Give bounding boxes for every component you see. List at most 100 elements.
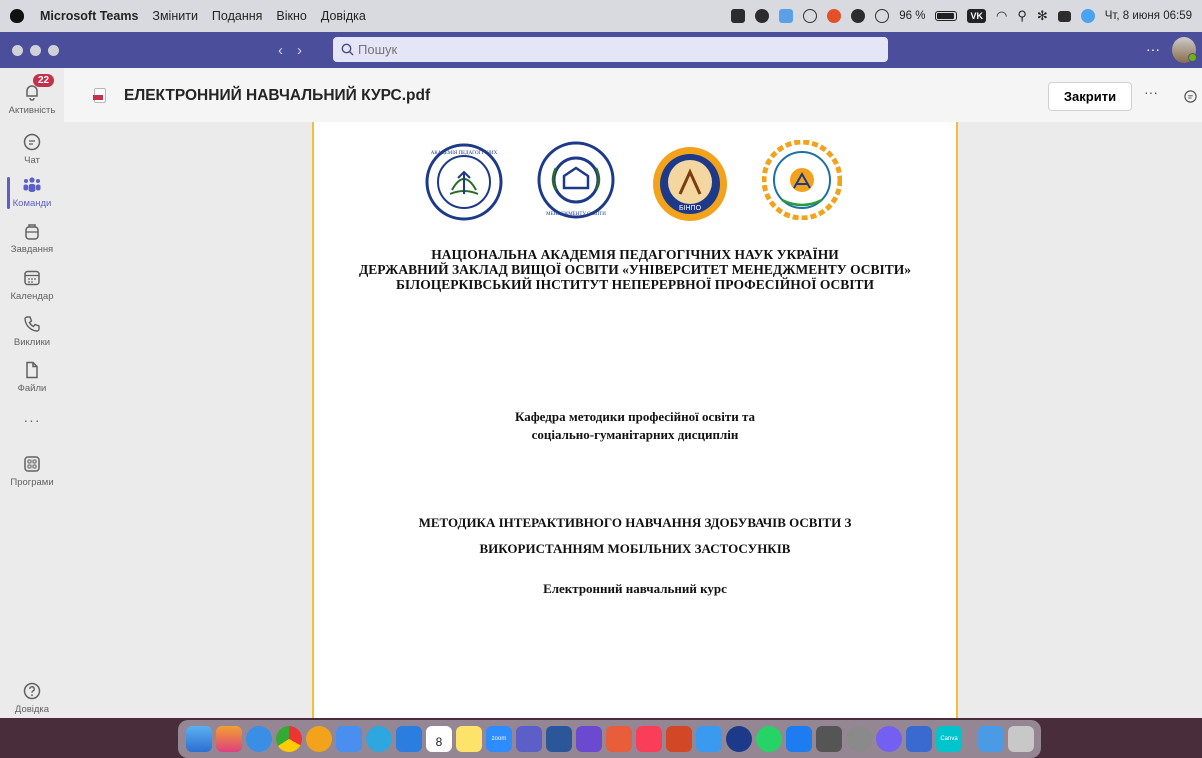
apple-logo-icon[interactable] xyxy=(10,9,24,23)
menu-view[interactable]: Подання xyxy=(212,9,262,23)
battery-icon[interactable] xyxy=(935,11,958,21)
teams-dock-icon[interactable] xyxy=(516,726,542,752)
rail-item-apps[interactable]: Програми xyxy=(0,454,64,488)
main-content: ЕЛЕКТРОННИЙ НАВЧАЛЬНИЙ КУРС.pdf Закрити … xyxy=(64,68,1202,718)
dock: 8 zoom Canva xyxy=(178,720,1041,758)
trash-icon[interactable] xyxy=(1008,726,1034,752)
document-more-button[interactable]: ··· xyxy=(1144,84,1158,100)
search-box[interactable] xyxy=(333,37,888,62)
play-icon[interactable] xyxy=(875,9,890,23)
app-status-icon[interactable] xyxy=(827,9,842,23)
app-store-icon[interactable] xyxy=(786,726,812,752)
viber-alt-icon[interactable] xyxy=(576,726,602,752)
course-subtitle: Електронний навчальний курс xyxy=(543,581,727,596)
zoom-label: zoom xyxy=(491,736,507,742)
pdf-file-icon xyxy=(93,88,106,103)
rail-item-help[interactable]: Довідка xyxy=(0,681,64,715)
department-line-1: Кафедра методики професійної освіти та xyxy=(514,409,756,424)
powerpoint-icon[interactable] xyxy=(666,726,692,752)
cloud-icon[interactable] xyxy=(851,9,866,23)
binpo-logo: БІНПО xyxy=(653,147,727,221)
ume-logo: МЕНЕДЖМЕНТУ ОСВІТИ xyxy=(537,141,615,219)
word-icon[interactable] xyxy=(546,726,572,752)
shield-icon[interactable] xyxy=(803,9,818,23)
window-zoom-button[interactable] xyxy=(48,44,59,56)
institution-line-2: ДЕРЖАВНИЙ ЗАКЛАД ВИЩОЇ ОСВІТИ «УНІВЕРСИТ… xyxy=(358,262,911,277)
rail-item-calendar[interactable]: Календар xyxy=(0,268,64,302)
whatsapp-icon[interactable] xyxy=(756,726,782,752)
rail-label-calls: Виклики xyxy=(13,337,51,348)
rail-item-assignments[interactable]: Завдання xyxy=(0,221,64,255)
safari-icon[interactable] xyxy=(246,726,272,752)
wifi-icon[interactable]: ◠ xyxy=(996,8,1007,24)
pages-icon[interactable] xyxy=(696,726,722,752)
clock[interactable]: Чт, 8 июня 06:59 xyxy=(1105,10,1192,22)
vpn-dock-icon[interactable] xyxy=(726,726,752,752)
chat-icon xyxy=(23,133,41,151)
telegram-icon[interactable] xyxy=(366,726,392,752)
document-header: ЕЛЕКТРОННИЙ НАВЧАЛЬНИЙ КУРС.pdf Закрити … xyxy=(64,68,1202,122)
bluetooth-icon[interactable]: ✻ xyxy=(1037,8,1048,24)
rail-label-apps: Програми xyxy=(10,477,54,488)
rail-item-activity[interactable]: 22 Активність xyxy=(0,74,64,116)
control-center-icon[interactable] xyxy=(1057,10,1071,22)
close-button[interactable]: Закрити xyxy=(1048,82,1132,111)
activity-badge: 22 xyxy=(33,74,55,87)
downloads-icon[interactable] xyxy=(978,726,1004,752)
app-store-alt-icon[interactable] xyxy=(396,726,422,752)
music-icon[interactable] xyxy=(606,726,632,752)
screenshot-icon[interactable] xyxy=(779,9,794,23)
menu-edit[interactable]: Змінити xyxy=(152,9,198,23)
calculator-icon[interactable] xyxy=(816,726,842,752)
profile-avatar[interactable] xyxy=(1172,37,1197,63)
course-title-line-1: МЕТОДИКА ІНТЕРАКТИВНОГО НАВЧАННЯ ЗДОБУВА… xyxy=(418,515,852,530)
calendar-dock-icon[interactable]: 8 xyxy=(426,726,452,752)
notes-icon[interactable] xyxy=(456,726,482,752)
file-icon xyxy=(26,361,38,379)
canva-icon[interactable]: Canva xyxy=(936,726,962,752)
dropbox-icon[interactable] xyxy=(731,9,746,23)
back-button[interactable]: ‹ xyxy=(278,42,283,59)
menu-app-name[interactable]: Microsoft Teams xyxy=(40,9,138,23)
window-minimize-button[interactable] xyxy=(30,44,41,56)
menu-window[interactable]: Вікно xyxy=(276,9,306,23)
vk-icon[interactable]: VK xyxy=(967,9,986,23)
window-close-button[interactable] xyxy=(12,44,23,56)
vpn-icon[interactable] xyxy=(755,9,770,23)
preview-icon[interactable] xyxy=(906,726,932,752)
search-input[interactable] xyxy=(358,42,838,57)
titlebar-more-button[interactable]: ··· xyxy=(1146,41,1160,57)
help-icon xyxy=(23,682,41,700)
rail-label-assignments: Завдання xyxy=(10,244,54,255)
settings-icon[interactable] xyxy=(846,726,872,752)
rail-item-teams[interactable]: Команди xyxy=(0,175,64,209)
photos-icon[interactable] xyxy=(306,726,332,752)
phone-icon xyxy=(24,316,40,332)
rail-label-files: Файли xyxy=(17,383,47,394)
rail-item-files[interactable]: Файли xyxy=(0,360,64,394)
menu-help[interactable]: Довідка xyxy=(321,9,366,23)
department-line-2: соціально-гуманітарних дисциплін xyxy=(531,427,739,442)
pdf-viewer[interactable]: АКАДЕМІЯ ПЕДАГОГІЧНИХ МЕНЕДЖМЕНТУ ОСВІТИ… xyxy=(64,122,1202,718)
zoom-icon[interactable]: zoom xyxy=(486,726,512,752)
backpack-icon xyxy=(25,224,39,240)
rail-item-chat[interactable]: Чат xyxy=(0,132,64,166)
siri-icon[interactable] xyxy=(1080,9,1095,23)
chrome-icon[interactable] xyxy=(276,726,302,752)
calendar-icon xyxy=(24,270,40,286)
svg-text:АКАДЕМІЯ ПЕДАГОГІЧНИХ: АКАДЕМІЯ ПЕДАГОГІЧНИХ xyxy=(431,151,498,156)
forward-button[interactable]: › xyxy=(297,42,302,59)
viber-icon[interactable] xyxy=(876,726,902,752)
rail-more-apps[interactable]: ··· xyxy=(0,412,64,428)
macos-dock-area: 8 zoom Canva xyxy=(0,718,1202,758)
spotlight-icon[interactable]: ⚲ xyxy=(1017,8,1027,24)
rail-item-calls[interactable]: Виклики xyxy=(0,314,64,348)
status-tray: 96 % VK ◠ ⚲ ✻ Чт, 8 июня 06:59 xyxy=(731,8,1192,24)
itunes-icon[interactable] xyxy=(636,726,662,752)
conversation-icon[interactable] xyxy=(1184,90,1197,103)
finder-icon[interactable] xyxy=(186,726,212,752)
svg-text:МЕНЕДЖМЕНТУ ОСВІТИ: МЕНЕДЖМЕНТУ ОСВІТИ xyxy=(546,212,606,217)
mail-icon[interactable] xyxy=(336,726,362,752)
launchpad-icon[interactable] xyxy=(216,726,242,752)
teams-titlebar: ‹ › ··· xyxy=(0,32,1202,68)
